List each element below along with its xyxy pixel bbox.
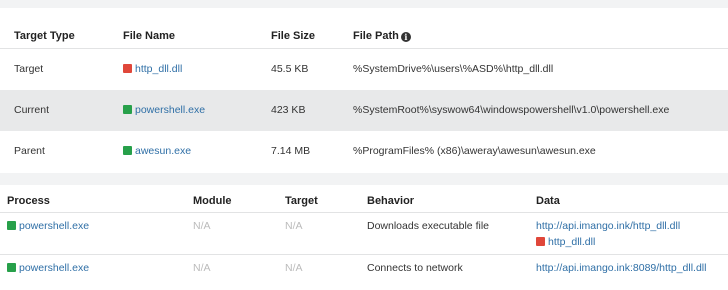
row-type: Current	[14, 104, 50, 116]
file-path: %SystemDrive%\users\%ASD%\http_dll.dll	[353, 63, 554, 75]
table-row: Current powershell.exe 423 KB %SystemRoo…	[0, 90, 728, 131]
header-target-type: Target Type	[14, 30, 75, 42]
status-square-icon	[7, 221, 16, 230]
file-size: 423 KB	[271, 104, 306, 116]
status-square-icon	[7, 263, 16, 272]
status-square-icon	[123, 64, 132, 73]
module-value: N/A	[193, 220, 211, 232]
target-value: N/A	[285, 220, 303, 232]
targets-panel: Target Type File Name File Size File Pat…	[0, 8, 728, 173]
target-value: N/A	[285, 262, 303, 274]
header-data: Data	[536, 195, 560, 207]
header-process: Process	[7, 195, 50, 207]
module-value: N/A	[193, 262, 211, 274]
behavior-text: Connects to network	[367, 262, 463, 274]
data-url-link[interactable]: http://api.imango.ink:8089/http_dll.dll	[536, 262, 706, 274]
file-link[interactable]: http_dll.dll	[123, 63, 182, 75]
header-behavior: Behavior	[367, 195, 415, 207]
row-type: Parent	[14, 145, 45, 157]
header-file-size: File Size	[271, 30, 316, 42]
status-square-icon	[123, 105, 132, 114]
table-row: powershell.exe N/A N/A Downloads executa…	[0, 213, 728, 254]
header-file-name: File Name	[123, 30, 175, 42]
file-size: 45.5 KB	[271, 63, 309, 75]
status-square-icon	[536, 237, 545, 246]
file-link[interactable]: awesun.exe	[123, 145, 191, 157]
process-link[interactable]: powershell.exe	[7, 220, 89, 232]
table-row: Parent awesun.exe 7.14 MB %ProgramFiles%…	[0, 131, 728, 172]
header-file-path: File Path i	[353, 30, 411, 42]
header-module: Module	[193, 195, 232, 207]
data-file-link[interactable]: http_dll.dll	[536, 236, 595, 248]
table-row: powershell.exe N/A N/A Connects to netwo…	[0, 255, 728, 285]
data-url-link[interactable]: http://api.imango.ink/http_dll.dll	[536, 220, 680, 232]
row-type: Target	[14, 63, 44, 75]
file-size: 7.14 MB	[271, 145, 311, 157]
table-row: Target http_dll.dll 45.5 KB %SystemDrive…	[0, 49, 728, 90]
info-icon[interactable]: i	[400, 32, 411, 42]
header-target: Target	[285, 195, 318, 207]
file-path: %SystemRoot%\syswow64\windowspowershell\…	[353, 104, 670, 116]
behavior-text: Downloads executable file	[367, 220, 489, 232]
file-path: %ProgramFiles% (x86)\aweray\awesun\awesu…	[353, 145, 596, 157]
process-link[interactable]: powershell.exe	[7, 262, 89, 274]
file-link[interactable]: powershell.exe	[123, 104, 205, 116]
status-square-icon	[123, 146, 132, 155]
behavior-panel: Process Module Target Behavior Data powe…	[0, 185, 728, 290]
